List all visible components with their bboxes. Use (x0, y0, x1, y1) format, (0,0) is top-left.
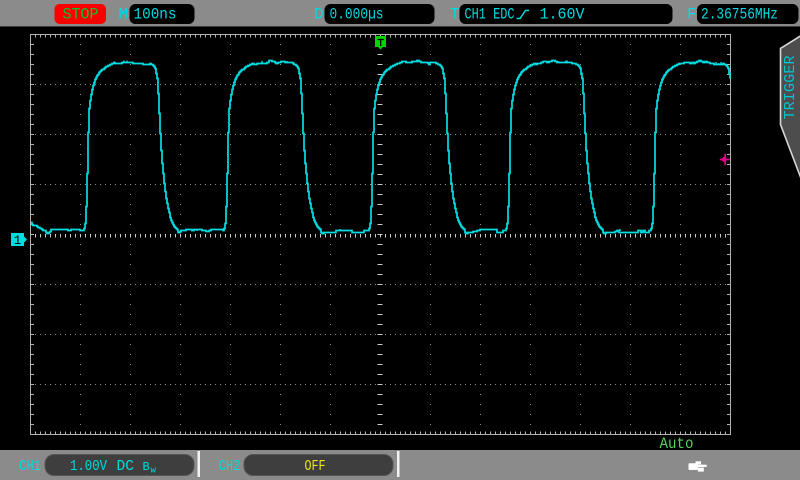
svg-text:B: B (143, 460, 150, 474)
svg-text:M: M (119, 6, 129, 24)
svg-text:OFF: OFF (305, 458, 326, 475)
svg-text:1.00V: 1.00V (70, 458, 107, 475)
svg-text:1.60V: 1.60V (540, 6, 585, 24)
svg-text:2.36756MHz: 2.36756MHz (701, 6, 778, 24)
svg-text:CH2: CH2 (219, 458, 241, 475)
svg-text:CH1 EDC: CH1 EDC (465, 6, 515, 24)
svg-text:Auto: Auto (660, 435, 694, 453)
svg-text:1: 1 (14, 234, 22, 248)
svg-text:T: T (450, 6, 460, 24)
svg-text:TRIGGER: TRIGGER (783, 55, 799, 119)
svg-text:CH1: CH1 (19, 458, 41, 475)
svg-text:w: w (151, 466, 157, 476)
svg-text:100ns: 100ns (134, 6, 177, 24)
svg-text:DC: DC (117, 458, 135, 475)
svg-text:D: D (314, 6, 324, 24)
svg-text:F: F (687, 6, 697, 24)
svg-text:STOP: STOP (63, 6, 99, 24)
svg-text:0.000µs: 0.000µs (330, 6, 384, 24)
